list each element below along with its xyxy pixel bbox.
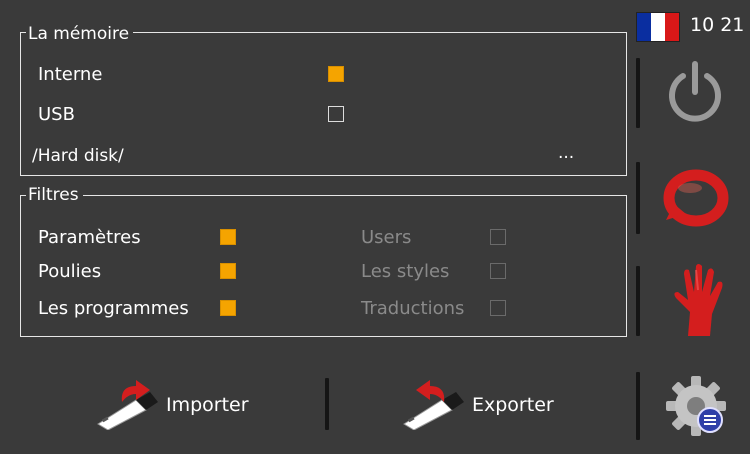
export-button[interactable]: Exporter [398, 380, 554, 430]
memory-group-title: La mémoire [26, 24, 134, 44]
clock-time: 10 21 [690, 14, 745, 36]
filter-checkbox-programmes[interactable] [220, 300, 236, 316]
browse-button[interactable]: ... [558, 142, 574, 164]
usb-label: USB [38, 104, 75, 125]
filter-checkbox-parametres[interactable] [220, 229, 236, 245]
separator [636, 58, 640, 128]
import-label: Importer [166, 394, 249, 416]
usb-checkbox[interactable] [328, 106, 344, 122]
french-flag-icon [636, 12, 680, 42]
settings-button[interactable] [664, 374, 728, 438]
filter-checkbox-styles[interactable] [490, 263, 506, 279]
filter-label-users: Users [361, 227, 412, 248]
filter-checkbox-poulies[interactable] [220, 263, 236, 279]
separator [636, 266, 640, 336]
usb-export-icon [403, 380, 464, 430]
refresh-button[interactable] [662, 168, 730, 228]
filters-group-title: Filtres [26, 185, 83, 205]
separator [636, 162, 640, 234]
power-button[interactable] [664, 58, 726, 126]
filter-label-parametres: Paramètres [38, 227, 141, 248]
filter-label-programmes: Les programmes [38, 298, 189, 319]
refresh-icon [663, 169, 729, 227]
separator [636, 372, 640, 440]
power-icon [669, 61, 721, 122]
stop-button[interactable] [668, 262, 726, 338]
separator [325, 378, 329, 430]
filter-label-styles: Les styles [361, 261, 450, 282]
import-button[interactable]: Importer [92, 380, 249, 430]
path-field[interactable]: /Hard disk/ [32, 145, 124, 167]
hand-stop-icon [674, 264, 723, 336]
internal-checkbox[interactable] [328, 66, 344, 82]
filter-label-poulies: Poulies [38, 261, 102, 282]
export-label: Exporter [472, 394, 554, 416]
filter-checkbox-users[interactable] [490, 229, 506, 245]
settings-gear-icon [666, 376, 726, 436]
internal-label: Interne [38, 64, 103, 85]
usb-import-icon [97, 380, 158, 430]
filter-checkbox-traductions[interactable] [490, 300, 506, 316]
filter-label-traductions: Traductions [361, 298, 465, 319]
